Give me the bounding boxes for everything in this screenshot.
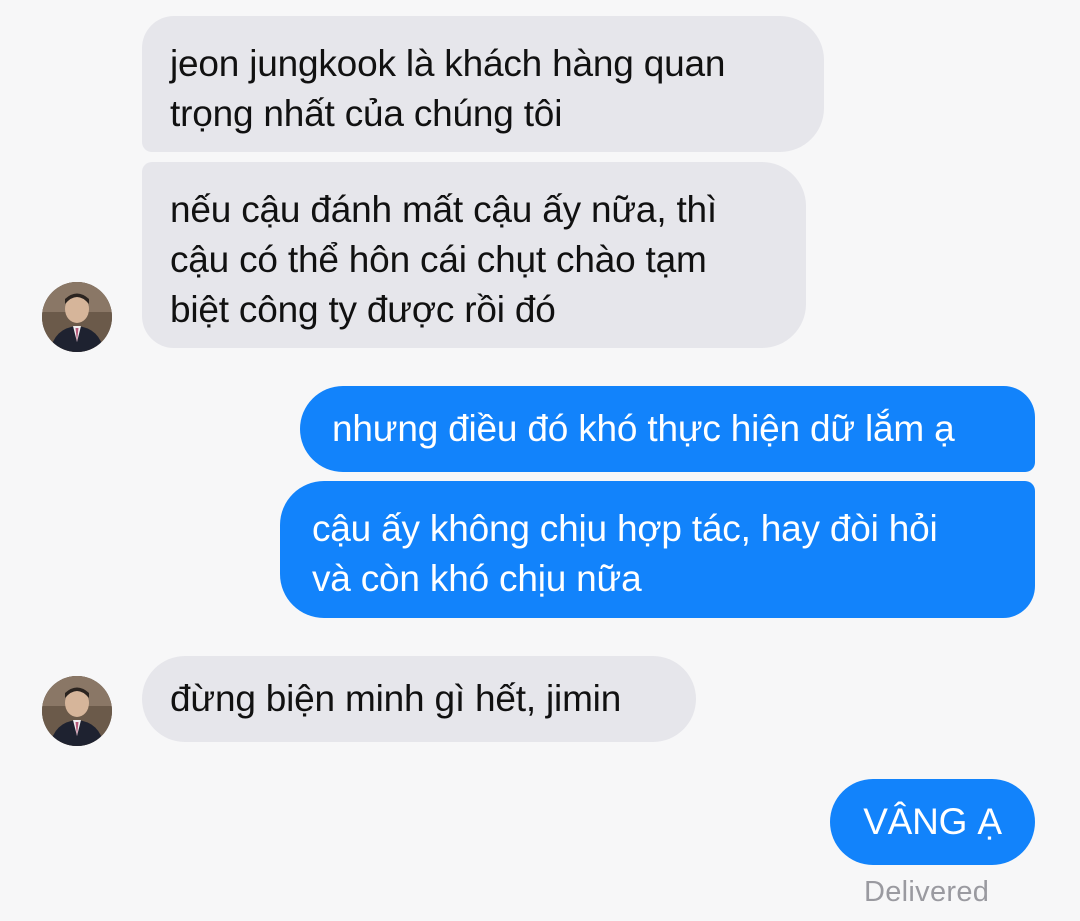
person-avatar-icon [42,676,112,746]
message-line: và còn khó chịu nữa [312,558,642,599]
message-line: jeon jungkook là khách hàng quan [170,43,726,84]
outgoing-message[interactable]: VÂNG Ạ [830,779,1035,865]
outgoing-message[interactable]: cậu ấy không chịu hợp tác, hay đòi hỏi v… [280,481,1035,618]
message-line: trọng nhất của chúng tôi [170,93,563,134]
incoming-message[interactable]: jeon jungkook là khách hàng quan trọng n… [142,16,824,152]
message-line: biệt công ty được rồi đó [170,289,556,330]
message-line: cậu ấy không chịu hợp tác, hay đòi hỏi [312,508,938,549]
message-line: nhưng điều đó khó thực hiện dữ lắm ạ [332,408,955,449]
message-line: đừng biện minh gì hết, jimin [170,678,622,719]
incoming-message[interactable]: đừng biện minh gì hết, jimin [142,656,696,742]
contact-avatar[interactable] [42,676,112,746]
message-line: VÂNG Ạ [863,801,1002,842]
person-avatar-icon [42,282,112,352]
message-line: cậu có thể hôn cái chụt chào tạm [170,239,707,280]
delivery-status: Delivered [864,876,990,908]
message-thread: jeon jungkook là khách hàng quan trọng n… [0,0,1080,921]
contact-avatar[interactable] [42,282,112,352]
message-line: nếu cậu đánh mất cậu ấy nữa, thì [170,189,718,230]
outgoing-message[interactable]: nhưng điều đó khó thực hiện dữ lắm ạ [300,386,1035,472]
incoming-message[interactable]: nếu cậu đánh mất cậu ấy nữa, thì cậu có … [142,162,806,348]
